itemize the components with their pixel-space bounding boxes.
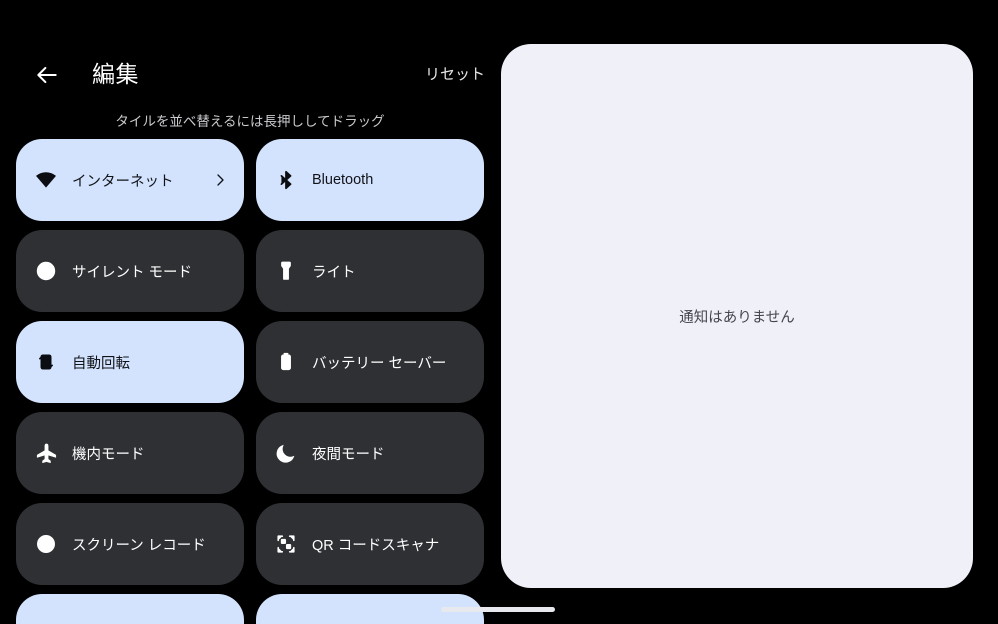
airplane-icon bbox=[34, 441, 58, 465]
reorder-hint: タイルを並べ替えるには長押ししてドラッグ bbox=[115, 114, 385, 129]
tile-screen-record[interactable]: スクリーン レコード bbox=[16, 503, 244, 585]
tile-label: ライト bbox=[312, 264, 356, 281]
tile-partial-left[interactable] bbox=[16, 594, 244, 624]
tile-label: インターネット bbox=[72, 173, 174, 190]
tile-battery-saver[interactable]: バッテリー セーバー bbox=[256, 321, 484, 403]
flashlight-icon bbox=[274, 259, 298, 283]
tile-qr-scanner[interactable]: QR コードスキャナ bbox=[256, 503, 484, 585]
tile-bluetooth[interactable]: Bluetooth bbox=[256, 139, 484, 221]
tile-internet[interactable]: インターネット bbox=[16, 139, 244, 221]
tile-label: Bluetooth bbox=[312, 172, 374, 188]
quick-settings-edit-pane: 編集 リセット タイルを並べ替えるには長押ししてドラッグ インターネット Blu… bbox=[0, 0, 500, 624]
tile-label: 機内モード bbox=[72, 446, 145, 463]
do-not-disturb-icon bbox=[34, 259, 58, 283]
wifi-icon bbox=[34, 168, 58, 192]
tile-label: 自動回転 bbox=[72, 355, 130, 372]
tile-night-light[interactable]: 夜間モード bbox=[256, 412, 484, 494]
arrow-back-icon[interactable] bbox=[30, 58, 64, 92]
home-indicator[interactable] bbox=[441, 607, 555, 612]
battery-saver-icon bbox=[274, 350, 298, 374]
qr-scanner-icon bbox=[274, 532, 298, 556]
device-screen: 編集 リセット タイルを並べ替えるには長押ししてドラッグ インターネット Blu… bbox=[0, 0, 998, 624]
tile-label: 夜間モード bbox=[312, 446, 385, 463]
night-light-icon bbox=[274, 441, 298, 465]
tile-grid: インターネット Bluetooth サイレント モード ライト 自動回転 バッテ… bbox=[16, 139, 484, 624]
auto-rotate-icon bbox=[34, 350, 58, 374]
tile-label: QR コードスキャナ bbox=[312, 537, 440, 554]
tile-label: サイレント モード bbox=[72, 264, 193, 281]
reset-button[interactable]: リセット bbox=[421, 62, 489, 88]
chevron-right-icon[interactable] bbox=[212, 172, 228, 188]
tile-auto-rotate[interactable]: 自動回転 bbox=[16, 321, 244, 403]
tile-label: スクリーン レコード bbox=[72, 537, 206, 554]
tile-do-not-disturb[interactable]: サイレント モード bbox=[16, 230, 244, 312]
notification-panel[interactable]: 通知はありません bbox=[501, 44, 973, 588]
tile-label: バッテリー セーバー bbox=[312, 355, 447, 372]
edit-header: 編集 リセット bbox=[0, 52, 500, 104]
tile-airplane-mode[interactable]: 機内モード bbox=[16, 412, 244, 494]
bluetooth-icon bbox=[274, 168, 298, 192]
screen-record-icon bbox=[34, 532, 58, 556]
page-title: 編集 bbox=[92, 61, 139, 87]
no-notifications-message: 通知はありません bbox=[679, 309, 795, 326]
tile-flashlight[interactable]: ライト bbox=[256, 230, 484, 312]
